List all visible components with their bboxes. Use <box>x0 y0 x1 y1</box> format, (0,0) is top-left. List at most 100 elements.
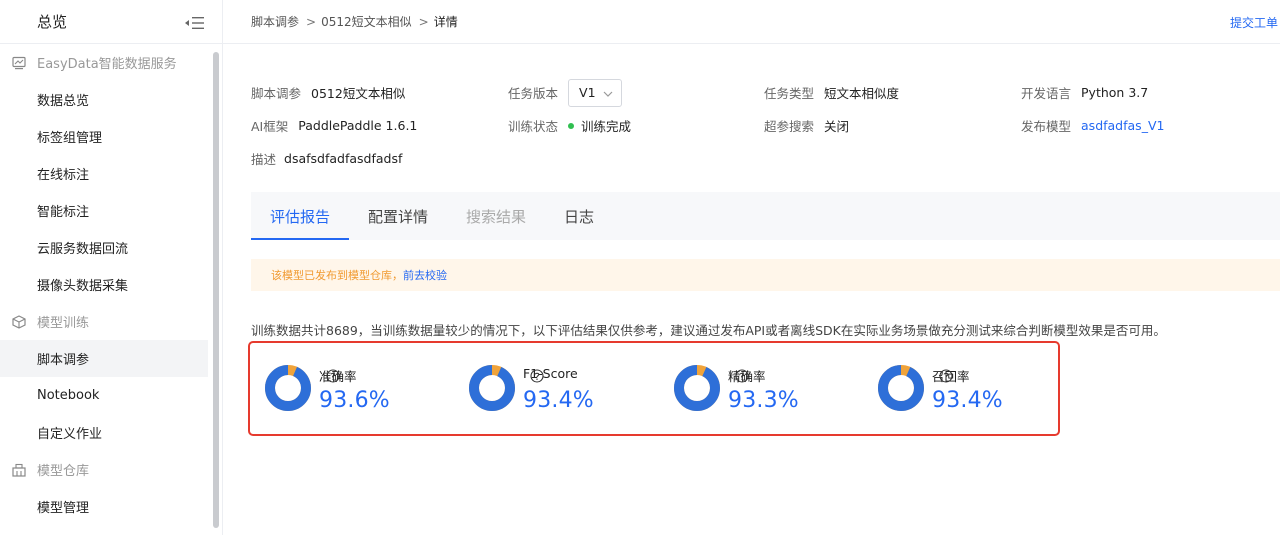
sidebar-item-script-tuning[interactable]: 脚本调参 <box>0 340 208 377</box>
info-task-type: 任务类型 短文本相似度 <box>764 76 899 109</box>
sidebar-item-label: 自定义作业 <box>37 427 103 442</box>
sidebar-item-label: 云服务数据回流 <box>37 242 129 257</box>
help-icon[interactable] <box>735 369 789 383</box>
sidebar-section-label: 模型仓库 <box>37 464 90 479</box>
sidebar-section-label: 模型训练 <box>37 316 90 331</box>
metric-name-row: F1-Score <box>523 366 601 383</box>
sidebar-item-notebook[interactable]: Notebook <box>0 377 222 414</box>
metrics-highlight-box: 准确率 93.6% F1-Score 93.4% 精确率 93.3% 召回率 9… <box>248 341 1060 436</box>
main-content: 脚本调参 > 0512短文本相似 > 详情 提交工单 脚本调参 0512短文本相… <box>223 0 1280 535</box>
cube-icon <box>12 314 26 329</box>
chevron-down-icon <box>603 85 613 100</box>
breadcrumb-item-current: 详情 <box>433 15 458 29</box>
sidebar-section-model-training: 模型训练 <box>0 303 222 340</box>
info-row: AI框架 PaddlePaddle 1.6.1 训练状态 训练完成 超参搜索 关… <box>251 109 1251 142</box>
info-script: 脚本调参 0512短文本相似 <box>251 76 405 109</box>
sidebar-item-model-management[interactable]: 模型管理 <box>0 488 222 525</box>
publish-notice: 该模型已发布到模型仓库， 前去校验 <box>251 259 1280 291</box>
info-row: 脚本调参 0512短文本相似 任务版本 V1 任务类型 短文本相似度 开发语言 … <box>251 76 1251 109</box>
info-row: 描述 dsafsdfadfasdfadsf <box>251 142 1251 175</box>
info-label: 任务版本 <box>508 86 559 101</box>
tab-config-details[interactable]: 配置详情 <box>349 192 447 240</box>
tab-label: 搜索结果 <box>466 207 527 226</box>
sidebar-section-label: EasyData智能数据服务 <box>37 57 177 72</box>
info-value: dsafsdfadfasdfadsf <box>284 151 403 166</box>
metric-name-row: 准确率 <box>319 366 380 385</box>
info-label: 发布模型 <box>1021 119 1072 134</box>
metric-name-row: 精确率 <box>728 366 789 385</box>
sidebar-item-label: 脚本调参 <box>37 353 90 368</box>
info-value: 关闭 <box>824 119 850 134</box>
sidebar-item-smart-labeling[interactable]: 智能标注 <box>0 192 222 229</box>
data-monitor-icon <box>12 56 26 70</box>
metric-value: 93.4% <box>932 388 1003 413</box>
status-success-icon <box>568 122 575 129</box>
info-value: 0512短文本相似 <box>311 86 406 101</box>
collapse-menu-icon[interactable] <box>184 15 204 29</box>
info-label: 训练状态 <box>508 119 559 134</box>
donut-chart-icon <box>878 365 924 411</box>
sidebar-item-label: 智能标注 <box>37 205 90 220</box>
help-icon[interactable] <box>326 369 380 383</box>
warehouse-icon <box>12 463 26 477</box>
info-label: 任务类型 <box>764 86 815 101</box>
tab-label: 配置详情 <box>368 207 429 226</box>
tab-search-results[interactable]: 搜索结果 <box>447 192 545 240</box>
sidebar-item-cloud-backflow[interactable]: 云服务数据回流 <box>0 229 222 266</box>
metric-precision: 精确率 93.3% <box>666 361 866 421</box>
info-label: 脚本调参 <box>251 86 302 101</box>
tab-evaluation-report[interactable]: 评估报告 <box>251 192 350 240</box>
info-value: Python 3.7 <box>1081 85 1149 100</box>
help-icon[interactable] <box>939 369 993 383</box>
donut-chart-icon <box>674 365 720 411</box>
detail-tabs: 评估报告 配置详情 搜索结果 日志 <box>251 192 1280 240</box>
sidebar-item-custom-job[interactable]: 自定义作业 <box>0 414 222 451</box>
publish-model-link[interactable]: asdfadfas_V1 <box>1081 118 1164 133</box>
breadcrumb-item-task[interactable]: 0512短文本相似 <box>321 13 412 30</box>
go-verify-link[interactable]: 前去校验 <box>403 267 447 283</box>
donut-chart-icon <box>265 365 311 411</box>
sidebar-item-online-labeling[interactable]: 在线标注 <box>0 155 222 192</box>
info-value: 短文本相似度 <box>824 86 900 101</box>
sidebar-header: 总览 <box>0 0 222 44</box>
submit-ticket-link[interactable]: 提交工单 <box>1230 14 1278 31</box>
breadcrumb: 脚本调参 > 0512短文本相似 > 详情 提交工单 <box>223 0 1280 44</box>
metric-recall: 召回率 93.4% <box>870 361 1070 421</box>
tab-logs[interactable]: 日志 <box>545 192 613 240</box>
metric-value: 93.3% <box>728 388 799 413</box>
breadcrumb-separator-icon: > <box>306 14 317 29</box>
sidebar-item-label-groups[interactable]: 标签组管理 <box>0 118 222 155</box>
sidebar-item-data-overview[interactable]: 数据总览 <box>0 81 222 118</box>
info-value: PaddlePaddle 1.6.1 <box>298 118 418 133</box>
evaluation-description: 训练数据共计8689，当训练数据量较少的情况下，以下评估结果仅供参考，建议通过发… <box>251 323 1166 338</box>
info-publish-model: 发布模型 asdfadfas_V1 <box>1021 109 1164 142</box>
info-description: 描述 dsafsdfadfasdfadsf <box>251 142 402 175</box>
sidebar-item-label: 模型管理 <box>37 501 90 516</box>
sidebar-item-label: 在线标注 <box>37 168 90 183</box>
help-icon[interactable] <box>530 367 601 383</box>
metric-f1-score: F1-Score 93.4% <box>461 361 661 421</box>
sidebar-item-camera-collection[interactable]: 摄像头数据采集 <box>0 266 222 303</box>
app-root: 总览 EasyData智能数据服务 数据总览 标签组管理 在线标注 智能标注 云… <box>0 0 1280 535</box>
sidebar-title: 总览 <box>37 13 68 31</box>
info-train-status: 训练状态 训练完成 <box>508 109 631 142</box>
task-info: 脚本调参 0512短文本相似 任务版本 V1 任务类型 短文本相似度 开发语言 … <box>251 76 1251 175</box>
info-hyper-search: 超参搜索 关闭 <box>764 109 849 142</box>
tab-label: 评估报告 <box>270 207 331 226</box>
sidebar-item-label: 数据总览 <box>37 94 90 109</box>
version-select[interactable]: V1 <box>568 78 623 107</box>
metric-value: 93.6% <box>319 388 390 413</box>
info-ai-framework: AI框架 PaddlePaddle 1.6.1 <box>251 109 417 142</box>
metric-accuracy: 准确率 93.6% <box>257 361 457 421</box>
sidebar-scrollbar[interactable] <box>213 52 219 528</box>
breadcrumb-separator-icon: > <box>418 14 429 29</box>
sidebar-item-label: Notebook <box>37 388 100 403</box>
donut-chart-icon <box>469 365 515 411</box>
info-dev-lang: 开发语言 Python 3.7 <box>1021 76 1148 109</box>
info-label: 超参搜索 <box>764 119 815 134</box>
sidebar-section-model-warehouse: 模型仓库 <box>0 451 222 488</box>
metric-value: 93.4% <box>523 388 594 413</box>
info-label: 开发语言 <box>1021 86 1072 101</box>
sidebar-item-label: 摄像头数据采集 <box>37 279 129 294</box>
breadcrumb-item-script-tuning[interactable]: 脚本调参 <box>251 13 299 30</box>
